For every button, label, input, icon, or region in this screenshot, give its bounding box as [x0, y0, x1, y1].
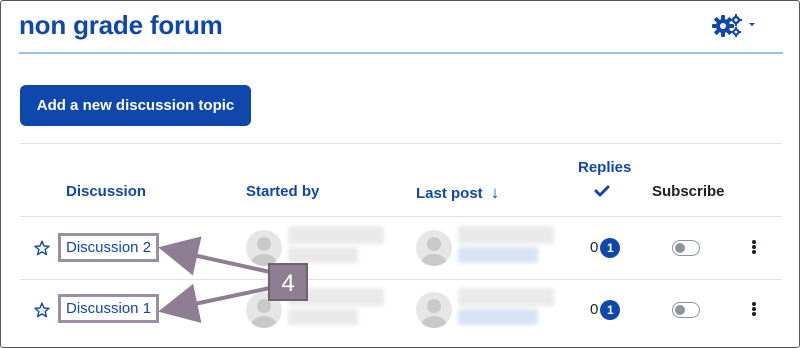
star-icon[interactable]	[34, 302, 50, 318]
page-title: non grade forum	[19, 10, 223, 40]
more-options-icon[interactable]	[750, 302, 758, 318]
started-by-name-blurred	[288, 226, 384, 244]
replies-number: 0	[590, 238, 599, 256]
discussion-link[interactable]: Discussion 1	[58, 294, 160, 323]
started-by-date-blurred	[288, 247, 358, 263]
last-post-name-blurred	[458, 226, 554, 244]
header-replies[interactable]: Replies	[578, 159, 631, 176]
subscribe-toggle[interactable]	[672, 240, 700, 256]
last-post-date-blurred	[458, 309, 538, 325]
header-last-post[interactable]: Last post ↓	[416, 183, 499, 203]
subscribe-toggle[interactable]	[672, 302, 700, 318]
discussion-link[interactable]: Discussion 2	[58, 233, 160, 262]
last-post-name-blurred	[458, 288, 554, 306]
unread-badge[interactable]: 1	[600, 238, 621, 258]
step-callout-badge: 4	[268, 263, 308, 301]
started-by-date-blurred	[288, 309, 358, 325]
last-post-date-blurred	[458, 247, 538, 263]
replies-number: 0	[590, 300, 599, 318]
avatar	[416, 292, 452, 328]
header-started-by[interactable]: Started by	[246, 183, 319, 200]
header-discussion[interactable]: Discussion	[66, 183, 146, 200]
checkmark-icon	[594, 185, 610, 197]
star-icon[interactable]	[34, 240, 50, 256]
table-top-rule	[20, 143, 782, 144]
header-rule	[20, 216, 782, 217]
sort-down-icon: ↓	[490, 183, 500, 202]
replies-count: 01	[590, 238, 621, 258]
header-last-post-label: Last post	[416, 185, 483, 202]
avatar	[416, 230, 452, 266]
add-discussion-button[interactable]: Add a new discussion topic	[20, 85, 251, 126]
header-subscribe: Subscribe	[652, 183, 725, 200]
gear-icon	[712, 14, 755, 37]
title-divider	[19, 52, 783, 54]
settings-menu-button[interactable]	[712, 12, 758, 38]
unread-badge[interactable]: 1	[600, 300, 621, 320]
replies-count: 01	[590, 300, 621, 320]
row-rule	[20, 279, 782, 280]
more-options-icon[interactable]	[750, 240, 758, 256]
avatar	[246, 230, 282, 266]
